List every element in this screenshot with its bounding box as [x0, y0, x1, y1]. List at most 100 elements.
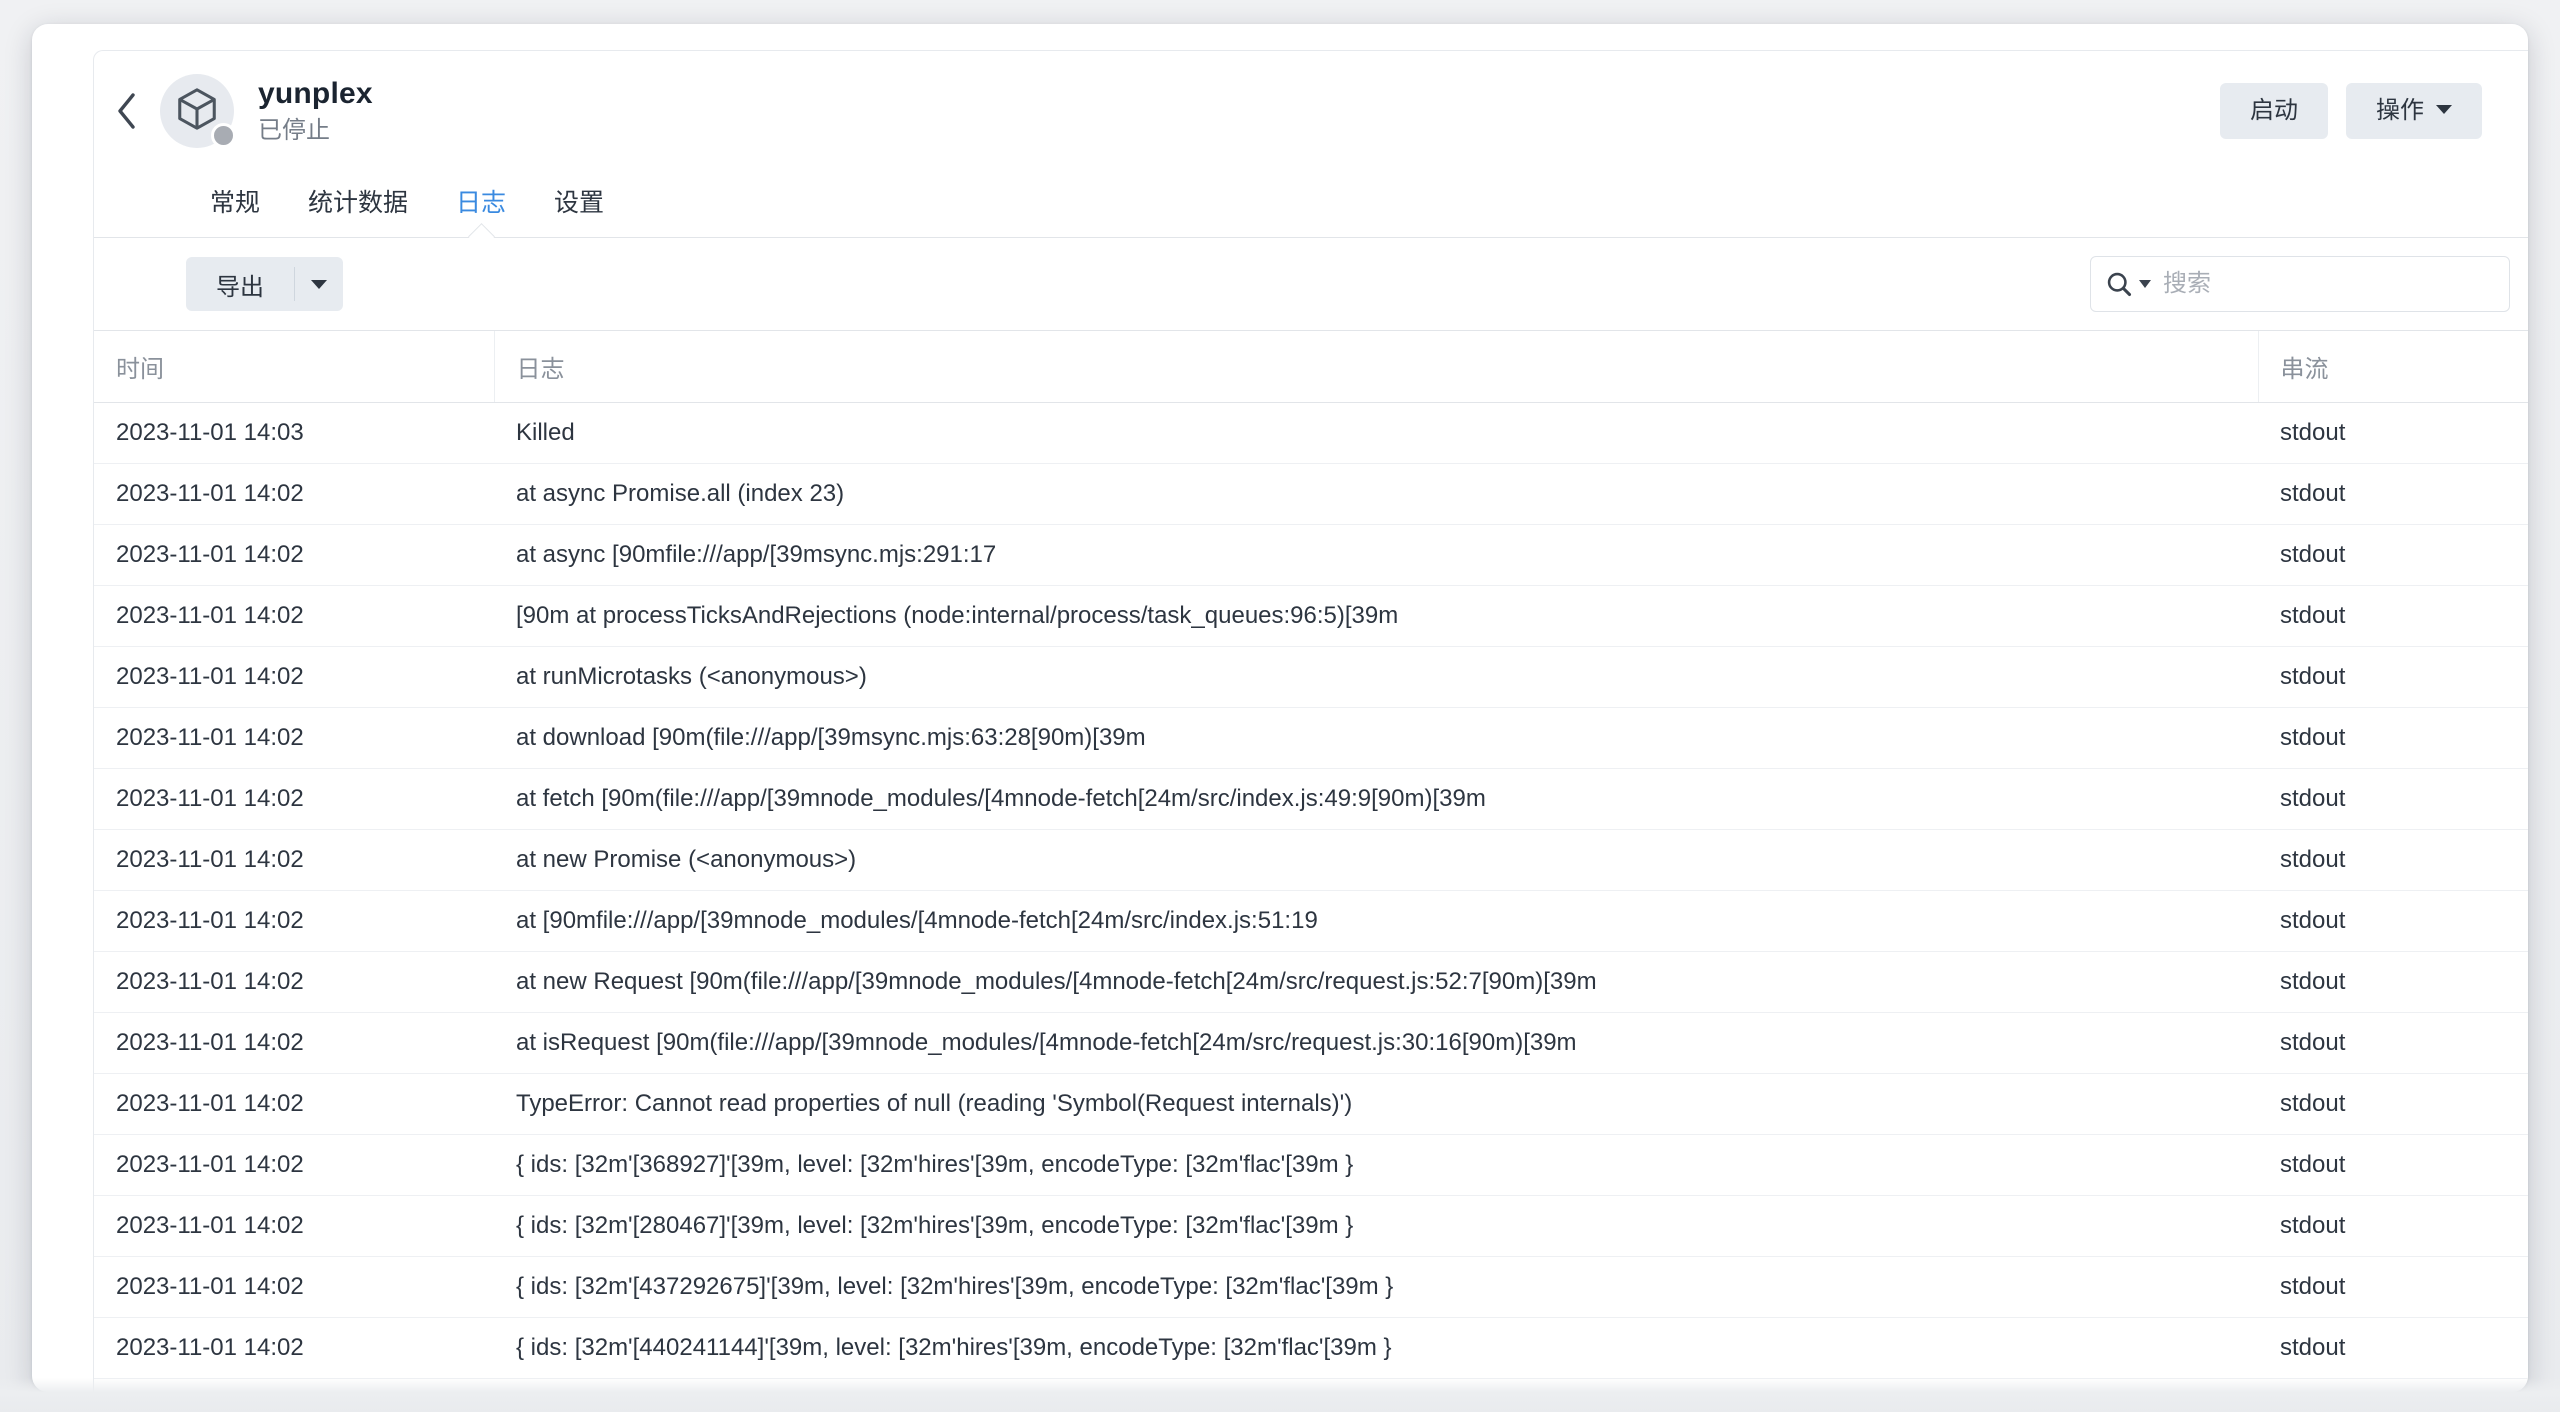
cell-stream: stdout [2258, 463, 2528, 525]
cell-stream: stdout [2258, 646, 2528, 708]
cell-time: 2023-11-01 14:02 [94, 1012, 494, 1074]
caret-down-icon [2436, 105, 2452, 115]
cell-stream: stdout [2258, 829, 2528, 891]
table-footer: « ‹‹ 1 ›› » 571 个项目 [94, 1379, 2528, 1392]
cell-time: 2023-11-01 14:02 [94, 1073, 494, 1135]
search-icon[interactable] [2105, 270, 2133, 298]
table-row[interactable]: 2023-11-01 14:03 Killed stdout [94, 402, 2528, 464]
cell-stream: stdout [2258, 1256, 2528, 1318]
cell-time: 2023-11-01 14:02 [94, 1195, 494, 1257]
app-avatar [160, 74, 236, 148]
cell-time: 2023-11-01 14:02 [94, 646, 494, 708]
detail-pane: yunplex 已停止 启动 操作 常规 统计数据 日志 设置 导出 搜索 时间… [93, 50, 2528, 1392]
cell-time: 2023-11-01 14:02 [94, 829, 494, 891]
column-header-time[interactable]: 时间 [94, 331, 495, 403]
export-button[interactable]: 导出 [186, 257, 294, 311]
table-row[interactable]: 2023-11-01 14:02 at new Promise (<anonymo… [94, 829, 2528, 891]
table-row[interactable]: 2023-11-01 14:02 at async Promise.all (in… [94, 463, 2528, 525]
desktop-background: yunplex 已停止 启动 操作 常规 统计数据 日志 设置 导出 搜索 时间… [0, 0, 2560, 1412]
column-header-log[interactable]: 日志 [494, 331, 2259, 403]
tab-general[interactable]: 常规 [186, 183, 284, 237]
table-row[interactable]: 2023-11-01 14:02{ ids: [32m'[280467]'[39… [94, 1195, 2528, 1257]
cell-time: 2023-11-01 14:02 [94, 1317, 494, 1379]
actions-menu-button[interactable]: 操作 [2346, 83, 2482, 139]
app-header: yunplex 已停止 启动 操作 [94, 51, 2528, 171]
cell-time: 2023-11-01 14:02 [94, 951, 494, 1013]
export-dropdown-button[interactable] [295, 257, 343, 311]
table-header-row: 时间 日志 串流 [94, 331, 2528, 403]
status-badge: 已停止 [258, 117, 330, 145]
cell-time: 2023-11-01 14:02 [94, 585, 494, 647]
table-row[interactable]: 2023-11-01 14:02 at isRequest [90m(file:/… [94, 1012, 2528, 1074]
table-row[interactable]: 2023-11-01 14:02 at new Request [90m(file… [94, 951, 2528, 1013]
cell-log: at [90mfile:///app/[39mnode_modules/[4mn… [494, 890, 2258, 952]
cell-log: at fetch [90m(file:///app/[39mnode_modul… [494, 768, 2258, 830]
table-row[interactable]: 2023-11-01 14:02 at download [90m(file://… [94, 707, 2528, 769]
search-scope-caret-down-icon[interactable] [2139, 280, 2151, 288]
app-title-block: yunplex 已停止 [258, 77, 373, 144]
column-header-stream[interactable]: 串流 [2258, 331, 2528, 403]
cell-stream: stdout [2258, 1134, 2528, 1196]
cell-stream: stdout [2258, 524, 2528, 586]
header-actions: 启动 操作 [2220, 83, 2482, 139]
log-toolbar: 导出 [94, 238, 2528, 330]
tab-bar: 常规 统计数据 日志 设置 [94, 171, 2528, 237]
table-row[interactable]: 2023-11-01 14:02{ ids: [32m'[437292675]'… [94, 1256, 2528, 1318]
cell-time: 2023-11-01 14:02 [94, 1256, 494, 1318]
cell-log: [90m at processTicksAndRejections (node:… [494, 585, 2258, 647]
table-row[interactable]: 2023-11-01 14:02 TypeError: Cannot read p… [94, 1073, 2528, 1135]
cell-log: at async [90mfile:///app/[39msync.mjs:29… [494, 524, 2258, 586]
cell-stream: stdout [2258, 1073, 2528, 1135]
table-row[interactable]: 2023-11-01 14:02 at [90mfile:///app/[39mn… [94, 890, 2528, 952]
log-table-body: 2023-11-01 14:03 Killed stdout 2023-11-01 1… [94, 402, 2528, 1379]
cell-log: at new Promise (<anonymous>) [494, 829, 2258, 891]
actions-button-label: 操作 [2376, 97, 2424, 124]
cell-stream: stdout [2258, 402, 2528, 464]
back-button[interactable] [98, 83, 154, 139]
cell-time: 2023-11-01 14:02 [94, 463, 494, 525]
cell-stream: stdout [2258, 1195, 2528, 1257]
cell-time: 2023-11-01 14:02 [94, 707, 494, 769]
table-row[interactable]: 2023-11-01 14:02{ ids: [32m'[440241144]'… [94, 1317, 2528, 1379]
status-dot-stopped [211, 123, 236, 148]
table-row[interactable]: 2023-11-01 14:02{ ids: [32m'[368927]'[39… [94, 1134, 2528, 1196]
table-row[interactable]: 2023-11-01 14:02 at fetch [90m(file:///ap… [94, 768, 2528, 830]
cell-time: 2023-11-01 14:02 [94, 524, 494, 586]
table-row[interactable]: 2023-11-01 14:02 at async [90mfile:///app… [94, 524, 2528, 586]
cell-log: at new Request [90m(file:///app/[39mnode… [494, 951, 2258, 1013]
cell-log: TypeError: Cannot read properties of nul… [494, 1073, 2258, 1135]
cell-time: 2023-11-01 14:03 [94, 402, 494, 464]
table-row[interactable]: 2023-11-01 14:02 [90m at processTicksAndR… [94, 585, 2528, 647]
search-input[interactable] [2163, 270, 2495, 298]
page-title: yunplex [258, 77, 373, 111]
cell-time: 2023-11-01 14:02 [94, 1134, 494, 1196]
cell-log: at isRequest [90m(file:///app/[39mnode_m… [494, 1012, 2258, 1074]
cell-stream: stdout [2258, 951, 2528, 1013]
tab-logs[interactable]: 日志 [432, 183, 530, 237]
cell-stream: stdout [2258, 890, 2528, 952]
table-row[interactable]: 2023-11-01 14:02 at runMicrotasks (<anony… [94, 646, 2528, 708]
log-table: 时间 日志 串流 2023-11-01 14:03 Killed stdout 202… [94, 331, 2528, 1379]
cell-stream: stdout [2258, 707, 2528, 769]
cell-log: { ids: [32m'[437292675]'[39m, level: [32… [494, 1256, 2258, 1318]
export-split-button[interactable]: 导出 [186, 257, 343, 311]
cell-stream: stdout [2258, 1012, 2528, 1074]
cell-log: at download [90m(file:///app/[39msync.mj… [494, 707, 2258, 769]
start-button-label: 启动 [2250, 97, 2298, 124]
application-window: yunplex 已停止 启动 操作 常规 统计数据 日志 设置 导出 搜索 时间… [32, 24, 2528, 1392]
cell-log: Killed [494, 402, 2258, 464]
cell-time: 2023-11-01 14:02 [94, 768, 494, 830]
log-table-container: 时间 日志 串流 2023-11-01 14:03 Killed stdout 202… [94, 330, 2528, 1379]
cell-log: { ids: [32m'[280467]'[39m, level: [32m'h… [494, 1195, 2258, 1257]
search-box[interactable] [2090, 256, 2510, 312]
cell-log: at runMicrotasks (<anonymous>) [494, 646, 2258, 708]
tab-statistics[interactable]: 统计数据 [284, 183, 432, 237]
chevron-left-icon [113, 91, 139, 131]
tab-settings[interactable]: 设置 [530, 183, 628, 237]
cell-log: { ids: [32m'[440241144]'[39m, level: [32… [494, 1317, 2258, 1379]
cell-stream: stdout [2258, 768, 2528, 830]
cell-time: 2023-11-01 14:02 [94, 890, 494, 952]
cell-log: { ids: [32m'[368927]'[39m, level: [32m'h… [494, 1134, 2258, 1196]
start-button[interactable]: 启动 [2220, 83, 2328, 139]
caret-down-icon [311, 279, 327, 289]
